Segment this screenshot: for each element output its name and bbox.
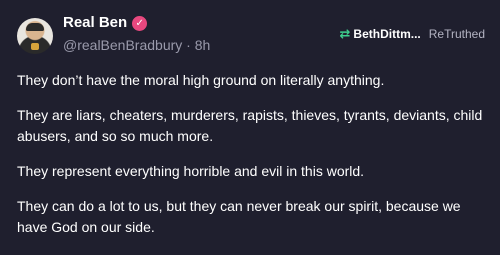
verified-check-icon: ✓ <box>132 15 148 31</box>
retruth-username[interactable]: BethDittm... <box>353 27 420 41</box>
author-handle-line: @realBenBradbury · 8h <box>63 37 210 53</box>
avatar-shirt-mark <box>31 43 39 50</box>
author-display-name[interactable]: Real Ben ✓ <box>63 14 148 32</box>
retruth-arrows-icon: ⇄ <box>339 26 351 41</box>
author-name-text[interactable]: Real Ben <box>63 14 127 32</box>
retruth-label: ReTruthed <box>428 27 485 41</box>
retruth-indicator: ⇄ BethDittm... ReTruthed <box>339 26 486 42</box>
post-time[interactable]: 8h <box>195 37 211 53</box>
post-card: Real Ben ✓ @realBenBradbury · 8h ⇄ BethD… <box>0 0 500 255</box>
post-paragraph: They don’t have the moral high ground on… <box>17 72 385 88</box>
post-paragraph: They can do a lot to us, but they can ne… <box>17 198 461 235</box>
avatar[interactable] <box>17 18 53 54</box>
author-handle[interactable]: @realBenBradbury <box>63 37 182 53</box>
meta-separator: · <box>186 37 191 53</box>
post-paragraph: They represent everything horrible and e… <box>17 163 365 179</box>
post-paragraph: They are liars, cheaters, murderers, rap… <box>17 107 483 144</box>
avatar-hat <box>26 23 44 31</box>
post-body: They don’t have the moral high ground on… <box>17 70 487 252</box>
